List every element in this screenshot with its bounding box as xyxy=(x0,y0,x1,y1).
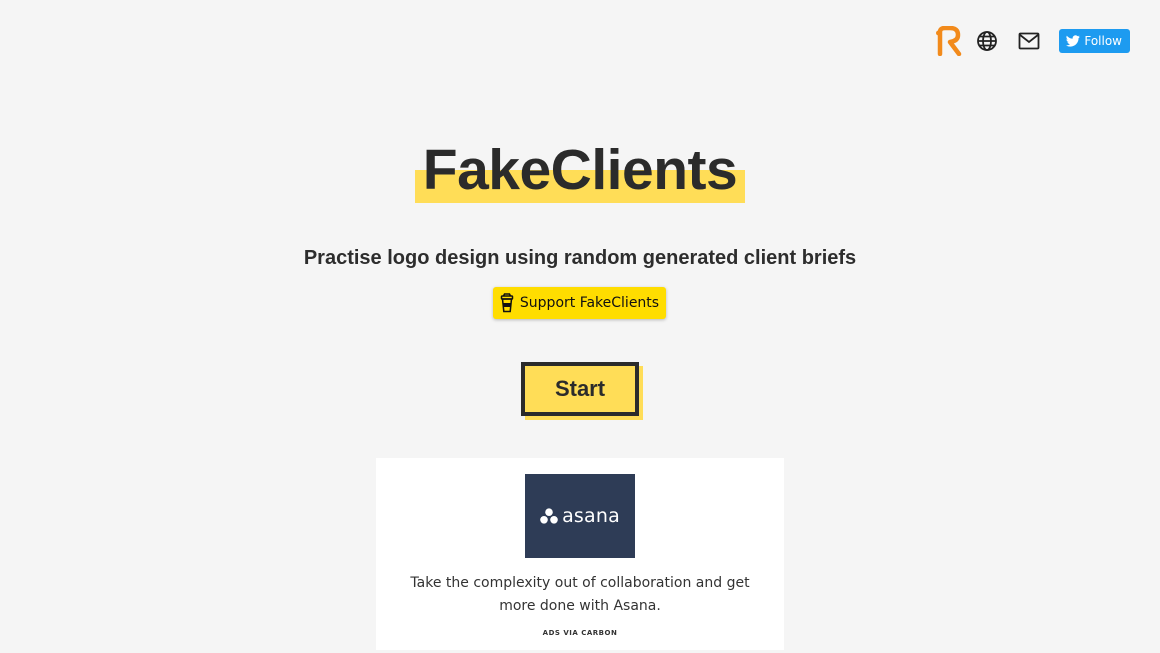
ad-image[interactable]: asana xyxy=(525,474,635,558)
globe-icon[interactable] xyxy=(975,29,999,53)
top-nav: Follow xyxy=(935,26,1130,56)
coffee-cup-icon xyxy=(500,293,514,313)
hero-title-area: FakeClients xyxy=(0,133,1160,207)
start-button[interactable]: Start xyxy=(521,362,639,416)
ads-via-carbon-link[interactable]: ADS VIA CARBON xyxy=(376,629,784,637)
mail-icon[interactable] xyxy=(1017,29,1041,53)
twitter-follow-button[interactable]: Follow xyxy=(1059,29,1130,53)
r-logo-icon[interactable] xyxy=(935,26,963,56)
support-button-label: Support FakeClients xyxy=(519,295,660,311)
carbon-ad: asana Take the complexity out of collabo… xyxy=(376,458,784,650)
ad-text[interactable]: Take the complexity out of collaboration… xyxy=(406,572,754,618)
title-highlight-wrapper: FakeClients xyxy=(414,133,746,207)
support-button[interactable]: Support FakeClients xyxy=(493,287,666,319)
asana-dots-icon xyxy=(540,508,558,524)
twitter-bird-icon xyxy=(1066,35,1081,47)
asana-wordmark: asana xyxy=(562,505,620,527)
follow-label: Follow xyxy=(1084,34,1122,48)
page-subtitle: Practise logo design using random genera… xyxy=(303,247,857,269)
start-button-label: Start xyxy=(554,376,606,401)
asana-logo: asana xyxy=(540,505,620,527)
page-title: FakeClients xyxy=(422,138,738,202)
